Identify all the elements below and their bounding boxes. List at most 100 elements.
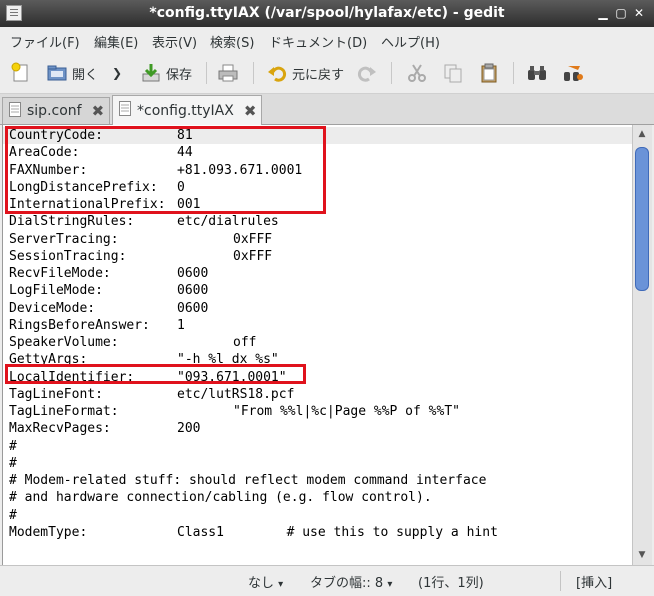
config-value: etc/dialrules <box>177 214 279 230</box>
config-key: RingsBeforeAnswer: <box>9 317 150 333</box>
tab-close-icon[interactable]: ✖ <box>244 102 257 120</box>
find-button[interactable] <box>526 60 548 86</box>
editor-line: DeviceMode: 0600 <box>9 300 208 317</box>
open-button[interactable]: 開く <box>46 60 98 86</box>
undo-icon <box>268 66 287 82</box>
tab-label: sip.conf <box>27 103 82 119</box>
toolbar-separator <box>206 62 207 84</box>
document-icon <box>119 101 131 120</box>
editor-line: # and hardware connection/cabling (e.g. … <box>9 489 432 506</box>
vertical-scrollbar[interactable]: ▲ ▼ <box>632 125 652 565</box>
editor-line: ServerTracing: 0xFFF <box>9 231 272 248</box>
minimize-icon[interactable]: ▁ <box>596 6 610 20</box>
menu-search[interactable]: 検索(S) <box>210 32 254 51</box>
config-key: # Modem-related stuff: should reflect mo… <box>9 473 487 488</box>
tab-close-icon[interactable]: ✖ <box>92 102 105 120</box>
menu-view[interactable]: 表示(V) <box>152 32 197 51</box>
toolbar-separator <box>513 62 514 84</box>
undo-label: 元に戻す <box>292 67 345 83</box>
language-selector[interactable]: なし ▾ <box>248 572 283 591</box>
open-recent-dropdown[interactable]: ❯ <box>112 60 122 86</box>
insert-mode: [挿入] <box>576 576 613 591</box>
config-value: 0600 <box>177 266 209 281</box>
find-replace-button[interactable] <box>562 60 584 86</box>
toolbar-separator <box>391 62 392 84</box>
editor-line: SessionTracing: 0xFFF <box>9 248 272 265</box>
config-key: DialStringRules: <box>9 214 135 230</box>
config-value: 0xFFF <box>233 231 273 247</box>
toolbar-separator <box>253 62 254 84</box>
config-key: RecvFileMode: <box>9 266 111 281</box>
chevron-down-icon: ▾ <box>278 579 284 590</box>
menu-help[interactable]: ヘルプ(H) <box>381 32 440 51</box>
config-key: # <box>9 438 17 454</box>
cursor-position: (1行、1列) <box>418 576 484 591</box>
editor-line: LogFileMode: 0600 <box>9 282 208 299</box>
scroll-up-icon[interactable]: ▲ <box>636 128 648 140</box>
toolbar: 開く ❯ 保存 元に戻す <box>0 53 654 94</box>
save-icon <box>142 64 160 82</box>
editor-line: # Modem-related stuff: should reflect mo… <box>9 472 486 489</box>
tab-width-selector[interactable]: タブの幅:: 8 ▾ <box>310 572 392 591</box>
redo-icon <box>357 66 376 82</box>
editor-line: MaxRecvPages: 200 <box>9 420 200 437</box>
annotation-box-local-identifier <box>5 364 306 384</box>
close-window-icon[interactable]: ✕ <box>632 6 646 20</box>
clipboard-icon <box>481 63 497 83</box>
binoculars-icon <box>528 66 546 80</box>
menu-edit[interactable]: 編集(E) <box>94 32 138 51</box>
maximize-icon[interactable]: ▢ <box>614 6 628 20</box>
copy-button[interactable] <box>442 60 464 86</box>
config-key: # <box>9 507 17 523</box>
find-replace-icon <box>564 66 583 81</box>
config-key: TagLineFont: <box>9 386 103 402</box>
copy-icon <box>444 64 462 83</box>
config-value: etc/lutRS18.pcf <box>177 386 295 402</box>
menu-file[interactable]: ファイル(F) <box>10 32 80 51</box>
printer-icon <box>218 64 238 82</box>
editor-line: # <box>9 438 17 455</box>
open-label: 開く <box>72 67 99 83</box>
window-titlebar: *config.ttyIAX (/var/spool/hylafax/etc) … <box>0 0 654 27</box>
scrollbar-thumb[interactable] <box>635 147 649 291</box>
tab-config-ttyiax[interactable]: *config.ttyIAX ✖ <box>112 95 262 125</box>
menu-document[interactable]: ドキュメント(D) <box>269 32 367 51</box>
config-key: TagLineFormat: <box>9 404 119 419</box>
config-key: DeviceMode: <box>9 300 96 316</box>
editor-line: DialStringRules: etc/dialrules <box>9 213 279 230</box>
config-value: "From %%l|%c|Page %%P of %%T" <box>233 404 460 419</box>
config-value: Class1 # use this to supply a hint <box>177 524 498 540</box>
statusbar: なし ▾ タブの幅:: 8 ▾ (1行、1列) [挿入] <box>0 565 654 596</box>
document-icon <box>9 101 21 121</box>
menubar: ファイル(F) 編集(E) 表示(V) 検索(S) ドキュメント(D) ヘルプ(… <box>0 27 654 53</box>
new-document-button[interactable] <box>10 60 32 86</box>
scroll-down-icon[interactable]: ▼ <box>636 549 648 561</box>
chevron-down-icon: ❯ <box>112 66 123 80</box>
config-key: LogFileMode: <box>9 283 103 299</box>
config-key: SessionTracing: <box>9 248 127 264</box>
config-value: off <box>233 335 257 350</box>
save-button[interactable]: 保存 <box>140 60 192 86</box>
scissors-icon <box>408 64 426 82</box>
chevron-down-icon: ▾ <box>387 579 393 590</box>
tab-label: *config.ttyIAX <box>137 102 234 119</box>
config-value: 1 <box>177 317 185 333</box>
annotation-box-country-settings <box>5 126 326 214</box>
config-key: ServerTracing: <box>9 231 119 247</box>
undo-button[interactable]: 元に戻す <box>266 60 344 86</box>
tab-sip-conf[interactable]: sip.conf ✖ <box>2 97 110 124</box>
editor-line: RecvFileMode: 0600 <box>9 265 208 282</box>
editor-line: # <box>9 507 17 524</box>
cut-button[interactable] <box>406 60 428 86</box>
editor-line: RingsBeforeAnswer: 1 <box>9 317 185 334</box>
save-label: 保存 <box>166 67 193 83</box>
config-key: ModemType: <box>9 524 88 540</box>
config-key: # <box>9 455 17 471</box>
config-value: 0600 <box>177 283 209 299</box>
redo-button[interactable] <box>356 60 378 86</box>
editor-line: # <box>9 455 17 472</box>
paste-button[interactable] <box>478 60 500 86</box>
print-button[interactable] <box>217 60 239 86</box>
config-value: 0600 <box>177 300 209 316</box>
status-separator <box>560 571 561 591</box>
